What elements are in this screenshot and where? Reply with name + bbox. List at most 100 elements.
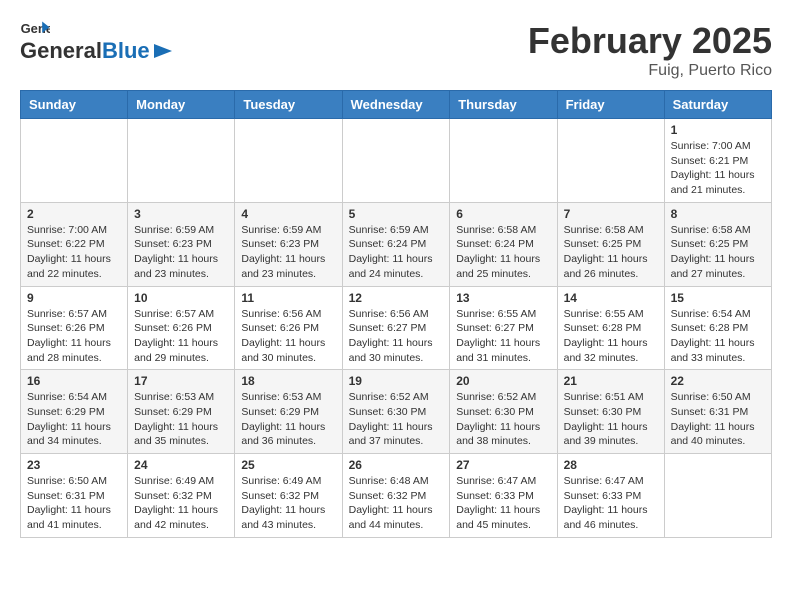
logo-blue: Blue	[102, 38, 150, 64]
logo-general: General	[20, 38, 102, 64]
day-number: 28	[564, 458, 658, 472]
day-info: Sunrise: 6:52 AM Sunset: 6:30 PM Dayligh…	[456, 390, 550, 449]
day-info: Sunrise: 6:59 AM Sunset: 6:24 PM Dayligh…	[349, 223, 444, 282]
calendar-day-cell: 27 Sunrise: 6:47 AM Sunset: 6:33 PM Dayli…	[450, 454, 557, 538]
col-tuesday: Tuesday	[235, 91, 342, 119]
day-info: Sunrise: 6:48 AM Sunset: 6:32 PM Dayligh…	[349, 474, 444, 533]
day-number: 10	[134, 291, 228, 305]
day-info: Sunrise: 6:49 AM Sunset: 6:32 PM Dayligh…	[134, 474, 228, 533]
day-number: 23	[27, 458, 121, 472]
day-info: Sunrise: 6:56 AM Sunset: 6:27 PM Dayligh…	[349, 307, 444, 366]
day-info: Sunrise: 6:47 AM Sunset: 6:33 PM Dayligh…	[564, 474, 658, 533]
day-number: 24	[134, 458, 228, 472]
calendar-day-cell: 14 Sunrise: 6:55 AM Sunset: 6:28 PM Dayli…	[557, 286, 664, 370]
calendar-day-cell: 12 Sunrise: 6:56 AM Sunset: 6:27 PM Dayli…	[342, 286, 450, 370]
day-number: 26	[349, 458, 444, 472]
col-monday: Monday	[128, 91, 235, 119]
day-info: Sunrise: 6:54 AM Sunset: 6:29 PM Dayligh…	[27, 390, 121, 449]
calendar-day-cell: 23 Sunrise: 6:50 AM Sunset: 6:31 PM Dayli…	[21, 454, 128, 538]
day-info: Sunrise: 6:50 AM Sunset: 6:31 PM Dayligh…	[671, 390, 765, 449]
day-info: Sunrise: 6:57 AM Sunset: 6:26 PM Dayligh…	[27, 307, 121, 366]
calendar-day-cell: 9 Sunrise: 6:57 AM Sunset: 6:26 PM Daylig…	[21, 286, 128, 370]
day-info: Sunrise: 6:53 AM Sunset: 6:29 PM Dayligh…	[241, 390, 335, 449]
calendar-day-cell	[450, 119, 557, 203]
calendar-week-row: 23 Sunrise: 6:50 AM Sunset: 6:31 PM Dayli…	[21, 454, 772, 538]
col-saturday: Saturday	[664, 91, 771, 119]
calendar-day-cell: 18Sunrise: 6:53 AM Sunset: 6:29 PM Dayli…	[235, 370, 342, 454]
day-number: 4	[241, 207, 335, 221]
calendar-title-block: February 2025 Fuig, Puerto Rico	[528, 20, 772, 80]
calendar-title: February 2025	[528, 20, 772, 62]
calendar-day-cell: 22 Sunrise: 6:50 AM Sunset: 6:31 PM Dayli…	[664, 370, 771, 454]
day-number: 3	[134, 207, 228, 221]
day-number: 25	[241, 458, 335, 472]
day-info: Sunrise: 6:53 AM Sunset: 6:29 PM Dayligh…	[134, 390, 228, 449]
day-info: Sunrise: 6:55 AM Sunset: 6:27 PM Dayligh…	[456, 307, 550, 366]
day-number: 5	[349, 207, 444, 221]
calendar-week-row: 2 Sunrise: 7:00 AM Sunset: 6:22 PM Daylig…	[21, 202, 772, 286]
day-number: 7	[564, 207, 658, 221]
day-info: Sunrise: 6:50 AM Sunset: 6:31 PM Dayligh…	[27, 474, 121, 533]
day-info: Sunrise: 6:52 AM Sunset: 6:30 PM Dayligh…	[349, 390, 444, 449]
calendar-day-cell: 1 Sunrise: 7:00 AM Sunset: 6:21 PM Daylig…	[664, 119, 771, 203]
day-number: 20	[456, 374, 550, 388]
calendar-day-cell: 10 Sunrise: 6:57 AM Sunset: 6:26 PM Dayli…	[128, 286, 235, 370]
calendar-day-cell: 19 Sunrise: 6:52 AM Sunset: 6:30 PM Dayli…	[342, 370, 450, 454]
day-number: 19	[349, 374, 444, 388]
calendar-week-row: 16 Sunrise: 6:54 AM Sunset: 6:29 PM Dayli…	[21, 370, 772, 454]
calendar-week-row: 9 Sunrise: 6:57 AM Sunset: 6:26 PM Daylig…	[21, 286, 772, 370]
calendar-week-row: 1 Sunrise: 7:00 AM Sunset: 6:21 PM Daylig…	[21, 119, 772, 203]
day-number: 11	[241, 291, 335, 305]
calendar-day-cell: 8 Sunrise: 6:58 AM Sunset: 6:25 PM Daylig…	[664, 202, 771, 286]
calendar-day-cell: 3 Sunrise: 6:59 AM Sunset: 6:23 PM Daylig…	[128, 202, 235, 286]
calendar-day-cell: 25 Sunrise: 6:49 AM Sunset: 6:32 PM Dayli…	[235, 454, 342, 538]
calendar-day-cell: 24 Sunrise: 6:49 AM Sunset: 6:32 PM Dayli…	[128, 454, 235, 538]
day-number: 2	[27, 207, 121, 221]
calendar-day-cell: 17Sunrise: 6:53 AM Sunset: 6:29 PM Dayli…	[128, 370, 235, 454]
col-wednesday: Wednesday	[342, 91, 450, 119]
calendar-day-cell: 20 Sunrise: 6:52 AM Sunset: 6:30 PM Dayli…	[450, 370, 557, 454]
logo: General GeneralBlue	[20, 20, 174, 64]
day-info: Sunrise: 6:58 AM Sunset: 6:24 PM Dayligh…	[456, 223, 550, 282]
day-info: Sunrise: 6:59 AM Sunset: 6:23 PM Dayligh…	[241, 223, 335, 282]
calendar-day-cell: 13 Sunrise: 6:55 AM Sunset: 6:27 PM Dayli…	[450, 286, 557, 370]
day-number: 21	[564, 374, 658, 388]
calendar-day-cell	[21, 119, 128, 203]
day-info: Sunrise: 6:51 AM Sunset: 6:30 PM Dayligh…	[564, 390, 658, 449]
day-info: Sunrise: 7:00 AM Sunset: 6:22 PM Dayligh…	[27, 223, 121, 282]
calendar-header-row: Sunday Monday Tuesday Wednesday Thursday…	[21, 91, 772, 119]
day-info: Sunrise: 6:49 AM Sunset: 6:32 PM Dayligh…	[241, 474, 335, 533]
calendar-day-cell: 16 Sunrise: 6:54 AM Sunset: 6:29 PM Dayli…	[21, 370, 128, 454]
day-number: 22	[671, 374, 765, 388]
day-number: 13	[456, 291, 550, 305]
calendar-day-cell: 4 Sunrise: 6:59 AM Sunset: 6:23 PM Daylig…	[235, 202, 342, 286]
calendar-day-cell: 15Sunrise: 6:54 AM Sunset: 6:28 PM Dayli…	[664, 286, 771, 370]
day-number: 9	[27, 291, 121, 305]
col-friday: Friday	[557, 91, 664, 119]
logo-icon: General	[20, 20, 50, 38]
calendar-day-cell: 11 Sunrise: 6:56 AM Sunset: 6:26 PM Dayli…	[235, 286, 342, 370]
day-info: Sunrise: 6:56 AM Sunset: 6:26 PM Dayligh…	[241, 307, 335, 366]
calendar-day-cell	[557, 119, 664, 203]
day-info: Sunrise: 6:57 AM Sunset: 6:26 PM Dayligh…	[134, 307, 228, 366]
calendar-day-cell: 6Sunrise: 6:58 AM Sunset: 6:24 PM Daylig…	[450, 202, 557, 286]
day-info: Sunrise: 6:55 AM Sunset: 6:28 PM Dayligh…	[564, 307, 658, 366]
calendar-day-cell	[128, 119, 235, 203]
day-number: 16	[27, 374, 121, 388]
calendar-table: Sunday Monday Tuesday Wednesday Thursday…	[20, 90, 772, 538]
day-info: Sunrise: 7:00 AM Sunset: 6:21 PM Dayligh…	[671, 139, 765, 198]
day-number: 27	[456, 458, 550, 472]
day-number: 14	[564, 291, 658, 305]
day-info: Sunrise: 6:47 AM Sunset: 6:33 PM Dayligh…	[456, 474, 550, 533]
calendar-day-cell: 28 Sunrise: 6:47 AM Sunset: 6:33 PM Dayli…	[557, 454, 664, 538]
day-info: Sunrise: 6:58 AM Sunset: 6:25 PM Dayligh…	[564, 223, 658, 282]
calendar-day-cell: 5 Sunrise: 6:59 AM Sunset: 6:24 PM Daylig…	[342, 202, 450, 286]
calendar-day-cell: 26 Sunrise: 6:48 AM Sunset: 6:32 PM Dayli…	[342, 454, 450, 538]
day-number: 1	[671, 123, 765, 137]
day-number: 12	[349, 291, 444, 305]
calendar-day-cell: 2 Sunrise: 7:00 AM Sunset: 6:22 PM Daylig…	[21, 202, 128, 286]
day-info: Sunrise: 6:59 AM Sunset: 6:23 PM Dayligh…	[134, 223, 228, 282]
day-number: 8	[671, 207, 765, 221]
page-header: General GeneralBlue February 2025 Fuig, …	[20, 20, 772, 80]
day-info: Sunrise: 6:58 AM Sunset: 6:25 PM Dayligh…	[671, 223, 765, 282]
